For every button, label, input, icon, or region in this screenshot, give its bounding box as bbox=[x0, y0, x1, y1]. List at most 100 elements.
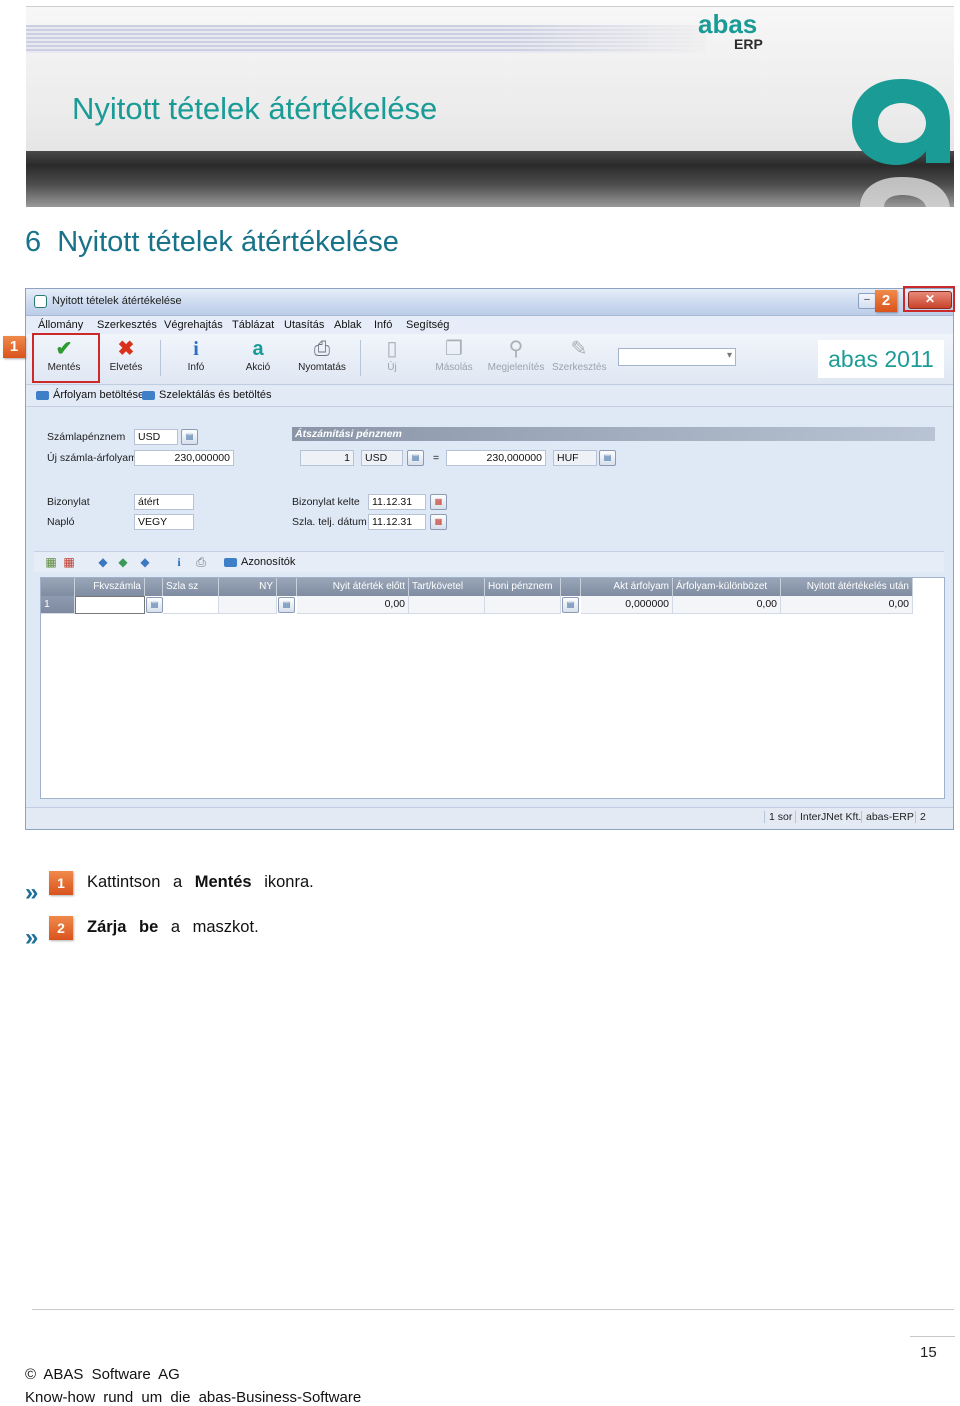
current-rate-cell: 0,000000 bbox=[581, 596, 673, 614]
table-header[interactable]: Nyitott átértékelés után bbox=[781, 578, 913, 596]
performance-date-label: Szla. telj. dátum bbox=[292, 516, 367, 528]
menu-ablak[interactable]: Ablak bbox=[334, 319, 362, 331]
app-icon bbox=[34, 295, 47, 308]
table-header[interactable]: NY bbox=[219, 578, 277, 596]
print-label: Nyomtatás bbox=[298, 362, 346, 373]
account-currency-field[interactable]: USD bbox=[134, 429, 178, 445]
delete-row-icon[interactable]: ▦ bbox=[62, 555, 76, 569]
header-banner: Nyitott tételek átértékelése abas ERP bbox=[26, 6, 954, 207]
instruction-bold: Zárja be bbox=[87, 918, 159, 936]
new-button[interactable]: ▯ Új bbox=[376, 334, 408, 382]
table-header[interactable]: Honi pénznem bbox=[485, 578, 561, 596]
window-title: Nyitott tételek átértékelése bbox=[52, 295, 182, 307]
conversion-from-picker-icon[interactable]: ▤ bbox=[407, 450, 424, 466]
minimize-button[interactable]: – bbox=[858, 293, 876, 309]
close-highlight-box bbox=[903, 286, 955, 312]
menu-info[interactable]: Infó bbox=[374, 319, 392, 331]
move-row-icon[interactable]: ◆ bbox=[116, 555, 130, 569]
info-icon[interactable]: i bbox=[172, 555, 186, 569]
account-currency-picker-icon[interactable]: ▤ bbox=[181, 429, 198, 445]
debit-credit-cell bbox=[409, 596, 485, 614]
new-label: Új bbox=[387, 362, 397, 373]
action-links-bar: Árfolyam betöltése Szelektálás és betölt… bbox=[26, 386, 953, 407]
language-cell[interactable] bbox=[219, 596, 277, 614]
load-exchange-rate-link[interactable]: Árfolyam betöltése bbox=[36, 389, 144, 401]
menu-segitseg[interactable]: Segítség bbox=[406, 319, 449, 331]
conversion-rate-field[interactable]: 230,000000 bbox=[446, 450, 546, 466]
section-heading: 6 Nyitott tételek átértékelése bbox=[25, 226, 399, 259]
menu-allomany[interactable]: Állomány bbox=[38, 319, 83, 331]
new-rate-field[interactable]: 230,000000 bbox=[134, 450, 234, 466]
new-rate-label: Új számla-árfolyam bbox=[47, 452, 137, 464]
journal-field[interactable]: VEGY bbox=[134, 514, 194, 530]
table-header[interactable]: Tart/követel bbox=[409, 578, 485, 596]
menu-utasitas[interactable]: Utasítás bbox=[284, 319, 324, 331]
status-system: abas-ERP bbox=[861, 811, 914, 823]
document-label: Bizonylat bbox=[47, 496, 90, 508]
open-before-cell: 0,00 bbox=[297, 596, 409, 614]
select-and-load-link[interactable]: Szelektálás és betöltés bbox=[142, 389, 272, 401]
currency-picker-icon[interactable]: ▤ bbox=[562, 597, 579, 613]
conversion-to-picker-icon[interactable]: ▤ bbox=[599, 450, 616, 466]
copy-icon: ❐ bbox=[445, 338, 463, 360]
account-currency-label: Számlapénznem bbox=[47, 431, 126, 443]
edit-button[interactable]: ✎ Szerkesztés bbox=[552, 334, 606, 382]
copyright-text: © ABAS Software AG bbox=[25, 1366, 180, 1383]
toolbar-combo[interactable] bbox=[618, 348, 736, 366]
menu-szerkesztes[interactable]: Szerkesztés bbox=[97, 319, 157, 331]
cross-icon: ✖ bbox=[117, 338, 135, 360]
action-button[interactable]: a Akció bbox=[236, 334, 280, 382]
account-cell-input[interactable] bbox=[75, 596, 145, 614]
status-row-count: 1 sor bbox=[764, 811, 792, 823]
document-date-field[interactable]: 11.12.31 bbox=[368, 494, 426, 510]
table-header[interactable]: Fkvszámla bbox=[75, 578, 145, 596]
table-header[interactable]: Nyit átérték előtt bbox=[297, 578, 409, 596]
callout-1: 1 bbox=[3, 336, 25, 358]
calendar-icon[interactable]: ▦ bbox=[430, 494, 447, 510]
printer-icon[interactable]: ⎙ bbox=[194, 555, 208, 569]
conversion-currency-header: Átszámítási pénznem bbox=[292, 427, 935, 441]
abas-a-emblem bbox=[852, 79, 950, 207]
instruction-1: » 1 Kattintson a Mentés ikonra. bbox=[25, 871, 525, 906]
app-window: Nyitott tételek átértékelése – ✕ Állomán… bbox=[25, 288, 954, 830]
account-picker-icon[interactable]: ▤ bbox=[146, 597, 163, 613]
performance-date-field[interactable]: 11.12.31 bbox=[368, 514, 426, 530]
info-button[interactable]: i Infó bbox=[174, 334, 218, 382]
move-up-icon[interactable]: ◆ bbox=[96, 555, 110, 569]
document-field[interactable]: átért bbox=[134, 494, 194, 510]
journal-label: Napló bbox=[47, 516, 75, 528]
instruction-bold: Mentés bbox=[194, 873, 252, 891]
table-header[interactable]: Akt árfolyam bbox=[581, 578, 673, 596]
view-label: Megjelenítés bbox=[487, 362, 545, 373]
language-picker-icon[interactable]: ▤ bbox=[278, 597, 295, 613]
instruction-post: ikonra. bbox=[264, 873, 314, 891]
calendar-icon[interactable]: ▦ bbox=[430, 514, 447, 530]
invoice-number-cell[interactable] bbox=[163, 596, 219, 614]
pencil-icon: ✎ bbox=[570, 338, 588, 360]
save-highlight-box bbox=[32, 333, 100, 383]
conversion-qty-field[interactable]: 1 bbox=[300, 450, 354, 466]
section-title-text: Nyitott tételek átértékelése bbox=[57, 226, 399, 258]
edit-label: Szerkesztés bbox=[552, 362, 607, 373]
copy-button[interactable]: ❐ Másolás bbox=[432, 334, 476, 382]
magnifier-icon: ⚲ bbox=[508, 338, 524, 360]
banner-dark-band bbox=[26, 151, 954, 207]
identifiers-link[interactable]: Azonosítók bbox=[224, 556, 295, 568]
conversion-to-currency-field[interactable]: HUF bbox=[553, 450, 597, 466]
printer-icon: ⎙ bbox=[314, 338, 330, 360]
conversion-from-currency-field[interactable]: USD bbox=[361, 450, 403, 466]
home-currency-cell bbox=[485, 596, 561, 614]
table-header[interactable]: Szla sz bbox=[163, 578, 219, 596]
print-button[interactable]: ⎙ Nyomtatás bbox=[292, 334, 352, 382]
table-header[interactable]: Árfolyam-különbözet bbox=[673, 578, 781, 596]
menu-tablazat[interactable]: Táblázat bbox=[232, 319, 274, 331]
menu-vegrehajtas[interactable]: Végrehajtás bbox=[164, 319, 223, 331]
view-button[interactable]: ⚲ Megjelenítés bbox=[486, 334, 546, 382]
items-table: Fkvszámla Szla sz NY Nyit átérték előtt … bbox=[40, 577, 945, 799]
insert-row-icon[interactable]: ▦ bbox=[44, 555, 58, 569]
main-toolbar: ✔ Mentés ✖ Elvetés i Infó a Akció ⎙ Nyom… bbox=[26, 334, 953, 385]
footer-divider bbox=[32, 1309, 954, 1310]
move-down-icon[interactable]: ◆ bbox=[138, 555, 152, 569]
grid-toolbar: ▦ ▦ ◆ ◆ ◆ i ⎙ Azonosítók bbox=[34, 551, 944, 572]
discard-button[interactable]: ✖ Elvetés bbox=[100, 334, 152, 382]
